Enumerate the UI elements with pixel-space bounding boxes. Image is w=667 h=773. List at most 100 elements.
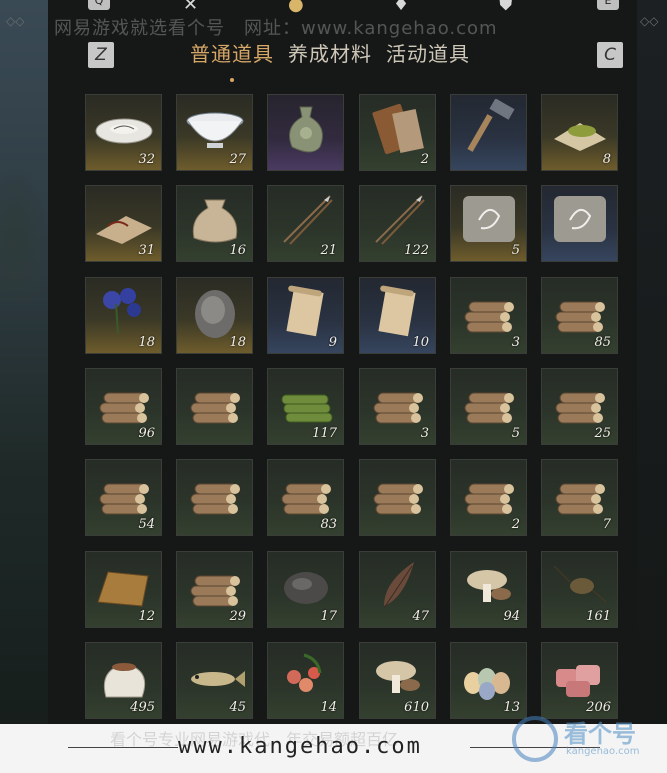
- item-count: 18: [138, 335, 155, 350]
- log-icon: [190, 575, 240, 607]
- item-count: 27: [229, 152, 246, 167]
- inventory-slot[interactable]: 117: [267, 368, 344, 445]
- item-count: 2: [420, 152, 429, 167]
- item-count: 2: [511, 517, 520, 532]
- inventory-slot[interactable]: 54: [85, 459, 162, 536]
- inventory-slot[interactable]: 17: [267, 551, 344, 628]
- arrow-icon: [283, 195, 333, 245]
- meat-icon: [556, 665, 600, 697]
- item-count: 8: [602, 152, 611, 167]
- log-icon: [99, 483, 149, 515]
- inventory-slot[interactable]: 3: [450, 277, 527, 354]
- inventory-slot[interactable]: 27: [176, 94, 253, 171]
- inventory-slot[interactable]: [267, 94, 344, 171]
- inventory-slot[interactable]: 10: [359, 277, 436, 354]
- log-icon: [190, 483, 240, 515]
- inventory-slot[interactable]: 32: [85, 94, 162, 171]
- log-icon: [555, 483, 605, 515]
- prev-tab-key-z[interactable]: Z: [88, 42, 114, 68]
- pouch-icon[interactable]: ●: [288, 0, 304, 15]
- log-icon: [555, 301, 605, 333]
- inventory-slot[interactable]: 2: [450, 459, 527, 536]
- powder-icon: [554, 123, 606, 151]
- next-tab-key-c[interactable]: C: [597, 42, 623, 68]
- log-icon: [464, 483, 514, 515]
- inventory-slot[interactable]: 16: [176, 185, 253, 262]
- item-count: 96: [138, 426, 155, 441]
- blue-flower-icon: [103, 288, 141, 335]
- scroll-icon: [286, 285, 324, 337]
- inventory-slot[interactable]: 29: [176, 551, 253, 628]
- item-count: 31: [138, 243, 155, 258]
- log-icon: [464, 392, 514, 424]
- cloth-bag-icon: [192, 199, 238, 243]
- inventory-slot[interactable]: 18: [85, 277, 162, 354]
- item-count: 18: [229, 335, 246, 350]
- inventory-slot[interactable]: 25: [541, 368, 618, 445]
- inventory-slot[interactable]: 8: [541, 94, 618, 171]
- log-icon: [373, 392, 423, 424]
- watermark-text: 网易游戏就选看个号 网址：www.kangehao.com: [54, 18, 498, 39]
- log-icon: [555, 392, 605, 424]
- item-count: 85: [594, 335, 611, 350]
- item-count: 161: [586, 609, 611, 624]
- inventory-slot[interactable]: 3: [359, 368, 436, 445]
- log-icon: [464, 301, 514, 333]
- inventory-slot[interactable]: 31: [85, 185, 162, 262]
- item-count: 16: [229, 243, 246, 258]
- logo-name: 看个号: [564, 720, 636, 748]
- item-count: 3: [511, 335, 520, 350]
- inventory-slot[interactable]: 12: [85, 551, 162, 628]
- item-count: 495: [130, 700, 155, 715]
- logo-mark-icon: [512, 716, 558, 762]
- inventory-slot[interactable]: 161: [541, 551, 618, 628]
- item-count: 29: [229, 609, 246, 624]
- inventory-slot[interactable]: 5: [450, 185, 527, 262]
- item-count: 9: [328, 335, 337, 350]
- item-count: 610: [404, 700, 429, 715]
- bamboo-icon: [281, 394, 333, 423]
- item-count: 47: [412, 609, 429, 624]
- eggs-icon: [464, 668, 510, 700]
- inventory-slot[interactable]: 13: [450, 642, 527, 719]
- right-ornament-icon: ◇◇: [640, 14, 659, 28]
- inventory-slot[interactable]: 45: [176, 642, 253, 719]
- item-count: 10: [412, 335, 429, 350]
- inventory-slot[interactable]: 610: [359, 642, 436, 719]
- inventory-slot[interactable]: [541, 185, 618, 262]
- tab-common-items[interactable]: 普通道具: [190, 38, 274, 82]
- inventory-slot[interactable]: [176, 459, 253, 536]
- tab-cultivation-materials[interactable]: 养成材料: [288, 38, 372, 74]
- inventory-slot[interactable]: 5: [450, 368, 527, 445]
- item-count: 12: [138, 609, 155, 624]
- inventory-slot[interactable]: 14: [267, 642, 344, 719]
- logo-domain: kangehao.com: [566, 746, 640, 757]
- shield-icon[interactable]: ⛊: [499, 0, 513, 15]
- inventory-slot[interactable]: 7: [541, 459, 618, 536]
- footer-divider-left: [68, 747, 178, 748]
- item-count: 45: [229, 700, 246, 715]
- inventory-slot[interactable]: 206: [541, 642, 618, 719]
- inventory-slot[interactable]: 96: [85, 368, 162, 445]
- berries-icon: [287, 653, 322, 692]
- inventory-slot[interactable]: 495: [85, 642, 162, 719]
- inventory-slot[interactable]: 83: [267, 459, 344, 536]
- inventory-slot[interactable]: 85: [541, 277, 618, 354]
- inventory-slot[interactable]: 47: [359, 551, 436, 628]
- item-count: 83: [320, 517, 337, 532]
- inventory-slot[interactable]: [176, 368, 253, 445]
- fish-icon: [191, 671, 245, 687]
- inventory-slot[interactable]: 2: [359, 94, 436, 171]
- tab-event-items[interactable]: 活动道具: [386, 38, 470, 74]
- inventory-slot[interactable]: [359, 459, 436, 536]
- inventory-slot[interactable]: 21: [267, 185, 344, 262]
- feather-icon: [383, 562, 414, 609]
- inventory-slot[interactable]: [450, 94, 527, 171]
- inventory-slot[interactable]: 122: [359, 185, 436, 262]
- item-count: 5: [511, 426, 520, 441]
- inventory-slot[interactable]: 94: [450, 551, 527, 628]
- armor-icon[interactable]: ♦: [393, 0, 409, 15]
- crossed-swords-icon[interactable]: ✕: [183, 0, 198, 15]
- inventory-slot[interactable]: 9: [267, 277, 344, 354]
- inventory-slot[interactable]: 18: [176, 277, 253, 354]
